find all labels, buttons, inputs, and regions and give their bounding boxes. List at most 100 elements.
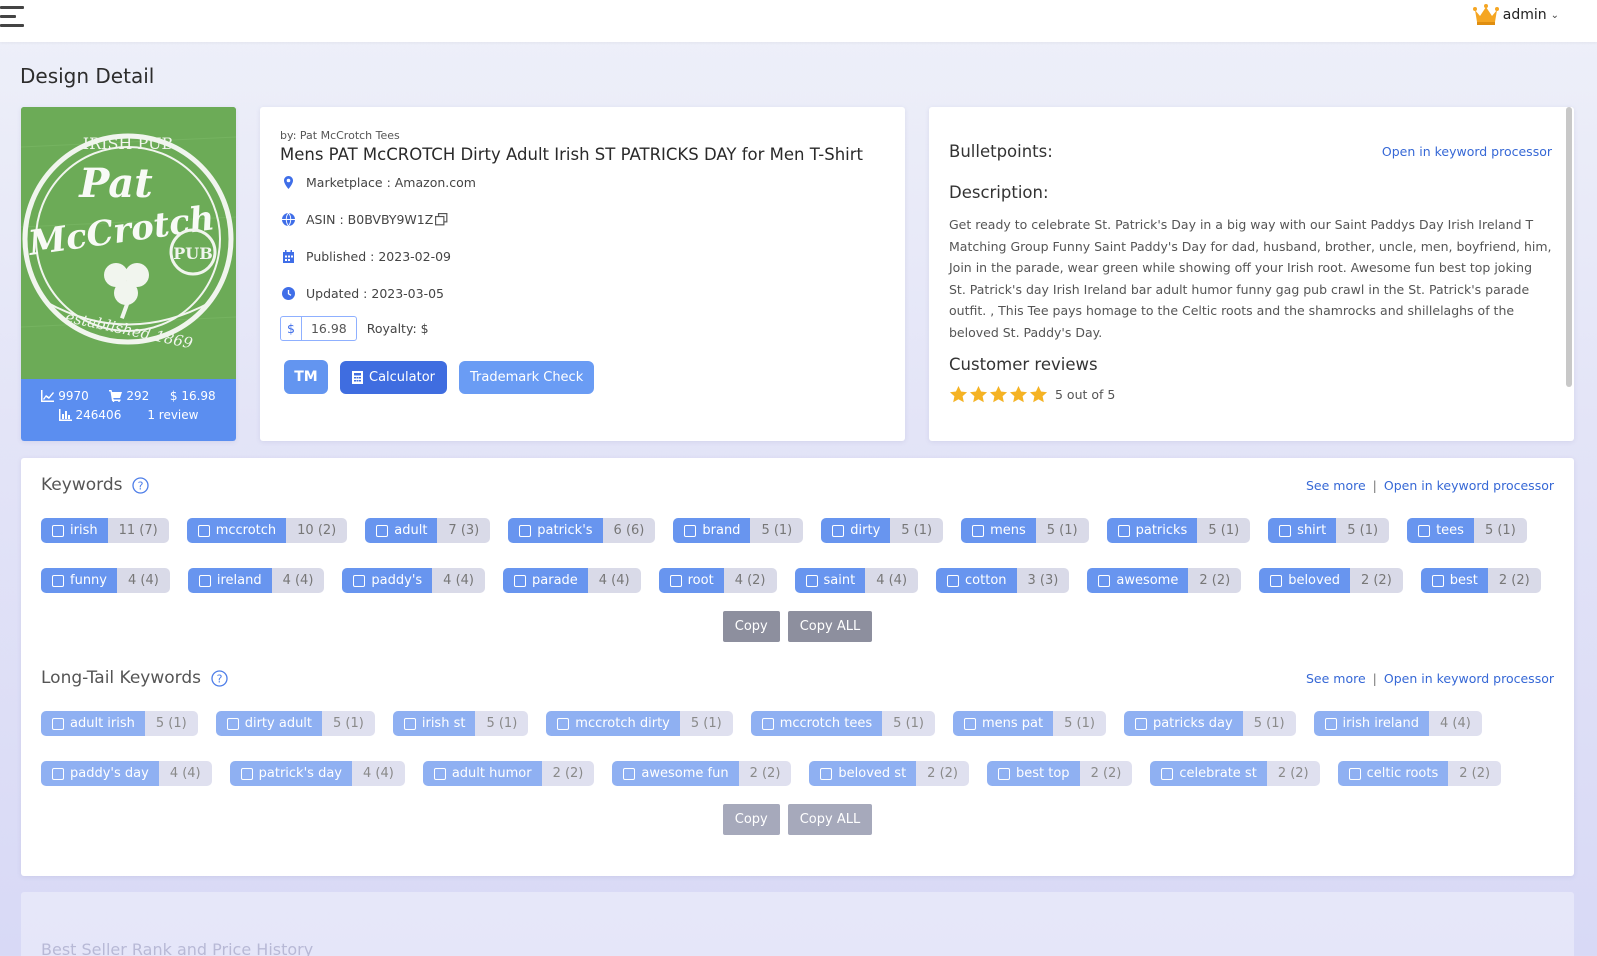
- longtail-chip-label[interactable]: irish st: [392, 711, 476, 736]
- keyword-chip[interactable]: awesome 2 (2): [1087, 568, 1242, 593]
- longtail-chip[interactable]: mccrotch tees 5 (1): [750, 711, 935, 736]
- longtail-chip-label[interactable]: adult humor: [422, 761, 542, 786]
- keyword-chip[interactable]: saint 4 (4): [794, 568, 919, 593]
- longtail-chip-label[interactable]: irish ireland: [1313, 711, 1429, 736]
- keyword-chip-label[interactable]: irish: [41, 518, 108, 543]
- trademark-check-button[interactable]: Trademark Check: [459, 360, 595, 394]
- keyword-chip-label[interactable]: saint: [794, 568, 866, 593]
- tm-button[interactable]: TM: [284, 360, 328, 394]
- keyword-chip-label[interactable]: brand: [673, 518, 751, 543]
- keyword-chip[interactable]: funny 4 (4): [41, 568, 170, 593]
- checkbox-icon[interactable]: [1134, 717, 1147, 730]
- keyword-chip-label[interactable]: beloved: [1259, 568, 1350, 593]
- details-scrollbar[interactable]: [1566, 107, 1572, 387]
- checkbox-icon[interactable]: [514, 574, 526, 587]
- copy-button[interactable]: Copy: [722, 804, 780, 835]
- checkbox-icon[interactable]: [805, 574, 818, 587]
- keyword-chip-label[interactable]: shirt: [1268, 518, 1337, 543]
- checkbox-icon[interactable]: [1279, 524, 1292, 537]
- keyword-chip-label[interactable]: tees: [1407, 518, 1474, 543]
- keyword-chip-label[interactable]: mens: [961, 518, 1036, 543]
- open-keyword-processor-link[interactable]: Open in keyword processor: [1382, 144, 1552, 159]
- checkbox-icon[interactable]: [820, 767, 833, 780]
- checkbox-icon[interactable]: [1117, 524, 1130, 537]
- checkbox-icon[interactable]: [669, 574, 682, 587]
- longtail-chip-label[interactable]: adult irish: [41, 711, 145, 736]
- checkbox-icon[interactable]: [198, 574, 211, 587]
- keyword-chip-label[interactable]: paddy's: [342, 568, 433, 593]
- checkbox-icon[interactable]: [1324, 717, 1337, 730]
- longtail-chip[interactable]: dirty adult 5 (1): [215, 711, 375, 736]
- keyword-chip-label[interactable]: adult: [365, 518, 438, 543]
- design-image[interactable]: IRISH PUB Pat McCrotch PUB established 1…: [21, 107, 236, 379]
- see-more-link[interactable]: See more: [1306, 671, 1366, 686]
- keyword-chip-label[interactable]: dirty: [821, 518, 891, 543]
- checkbox-icon[interactable]: [52, 524, 64, 537]
- keyword-chip-label[interactable]: best: [1420, 568, 1488, 593]
- checkbox-icon[interactable]: [684, 524, 697, 537]
- checkbox-icon[interactable]: [1348, 767, 1361, 780]
- hamburger-menu-icon[interactable]: [0, 6, 26, 28]
- longtail-chip[interactable]: mens pat 5 (1): [953, 711, 1106, 736]
- keyword-chip[interactable]: tees 5 (1): [1407, 518, 1527, 543]
- longtail-chip[interactable]: best top 2 (2): [987, 761, 1133, 786]
- checkbox-icon[interactable]: [52, 717, 64, 730]
- longtail-chip[interactable]: adult humor 2 (2): [422, 761, 595, 786]
- keyword-chip[interactable]: root 4 (2): [658, 568, 777, 593]
- longtail-chip-label[interactable]: celebrate st: [1150, 761, 1267, 786]
- keyword-chip[interactable]: cotton 3 (3): [936, 568, 1070, 593]
- keyword-chip[interactable]: shirt 5 (1): [1268, 518, 1390, 543]
- keyword-chip[interactable]: irish 11 (7): [41, 518, 169, 543]
- help-icon[interactable]: ?: [211, 669, 228, 687]
- open-keyword-processor-link[interactable]: Open in keyword processor: [1384, 478, 1554, 493]
- checkbox-icon[interactable]: [557, 717, 570, 730]
- keyword-chip-label[interactable]: root: [658, 568, 724, 593]
- longtail-chip[interactable]: patrick's day 4 (4): [229, 761, 405, 786]
- longtail-chip-label[interactable]: paddy's day: [41, 761, 159, 786]
- copy-all-button[interactable]: Copy ALL: [787, 611, 873, 642]
- longtail-chip-label[interactable]: patrick's day: [229, 761, 352, 786]
- checkbox-icon[interactable]: [947, 574, 960, 587]
- calculator-button[interactable]: Calculator: [340, 360, 448, 394]
- checkbox-icon[interactable]: [52, 574, 64, 587]
- longtail-chip[interactable]: mccrotch dirty 5 (1): [546, 711, 733, 736]
- copy-icon[interactable]: [435, 213, 448, 226]
- help-icon[interactable]: ?: [132, 476, 150, 494]
- keyword-chip[interactable]: patrick's 6 (6): [508, 518, 656, 543]
- open-keyword-processor-link[interactable]: Open in keyword processor: [1384, 671, 1554, 686]
- longtail-chip-label[interactable]: mens pat: [953, 711, 1054, 736]
- longtail-chip[interactable]: irish st 5 (1): [392, 711, 529, 736]
- checkbox-icon[interactable]: [832, 524, 845, 537]
- longtail-chip-label[interactable]: best top: [987, 761, 1080, 786]
- keyword-chip-label[interactable]: awesome: [1087, 568, 1189, 593]
- checkbox-icon[interactable]: [1098, 574, 1111, 587]
- checkbox-icon[interactable]: [1431, 574, 1444, 587]
- keyword-chip[interactable]: dirty 5 (1): [821, 518, 944, 543]
- keyword-chip[interactable]: adult 7 (3): [365, 518, 491, 543]
- checkbox-icon[interactable]: [1161, 767, 1174, 780]
- checkbox-icon[interactable]: [52, 767, 64, 780]
- longtail-chip-label[interactable]: awesome fun: [612, 761, 739, 786]
- checkbox-icon[interactable]: [197, 524, 210, 537]
- longtail-chip[interactable]: awesome fun 2 (2): [612, 761, 792, 786]
- longtail-chip[interactable]: beloved st 2 (2): [809, 761, 969, 786]
- checkbox-icon[interactable]: [998, 767, 1010, 780]
- keyword-chip[interactable]: parade 4 (4): [503, 568, 641, 593]
- checkbox-icon[interactable]: [1270, 574, 1283, 587]
- longtail-chip-label[interactable]: dirty adult: [215, 711, 323, 736]
- checkbox-icon[interactable]: [433, 767, 446, 780]
- keyword-chip[interactable]: best 2 (2): [1420, 568, 1541, 593]
- keyword-chip[interactable]: ireland 4 (4): [187, 568, 325, 593]
- keyword-chip[interactable]: mens 5 (1): [961, 518, 1089, 543]
- longtail-chip[interactable]: patricks day 5 (1): [1123, 711, 1296, 736]
- keyword-chip-label[interactable]: funny: [41, 568, 117, 593]
- keyword-chip[interactable]: mccrotch 10 (2): [186, 518, 348, 543]
- checkbox-icon[interactable]: [761, 717, 774, 730]
- checkbox-icon[interactable]: [376, 524, 389, 537]
- longtail-chip[interactable]: irish ireland 4 (4): [1313, 711, 1482, 736]
- keyword-chip-label[interactable]: cotton: [936, 568, 1017, 593]
- keyword-chip-label[interactable]: mccrotch: [186, 518, 287, 543]
- checkbox-icon[interactable]: [964, 717, 976, 730]
- checkbox-icon[interactable]: [623, 767, 636, 780]
- longtail-chip[interactable]: adult irish 5 (1): [41, 711, 198, 736]
